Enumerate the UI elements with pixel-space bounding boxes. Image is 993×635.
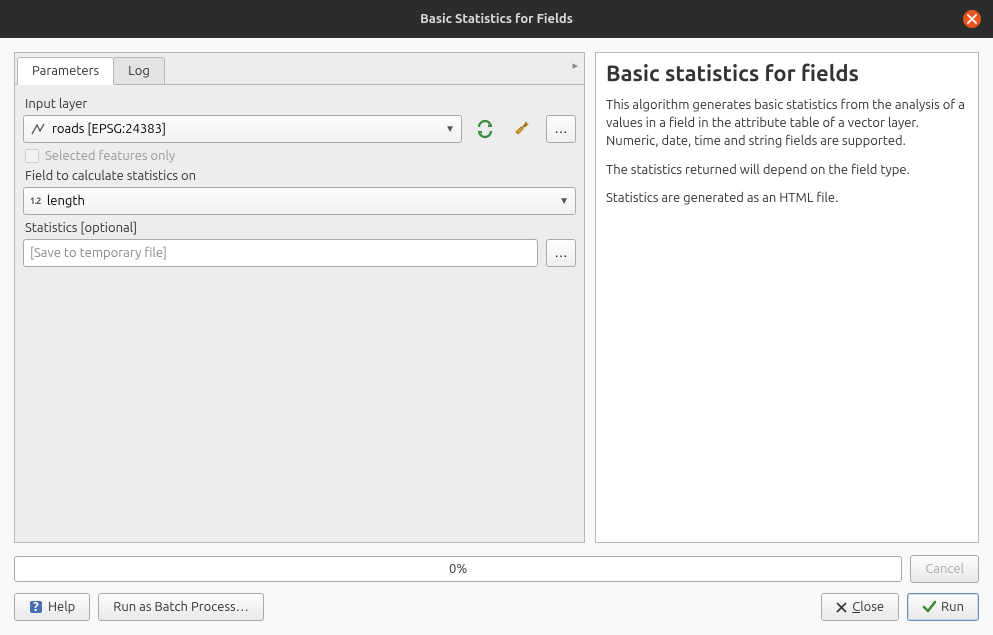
- dialog-body: ▸ Parameters Log Input layer roads [EPSG…: [0, 38, 993, 635]
- progress-text: 0%: [449, 562, 467, 576]
- help-panel: Basic statistics for fields This algorit…: [595, 52, 979, 543]
- statistics-browse-button[interactable]: …: [546, 239, 576, 267]
- help-paragraph: This algorithm generates basic statistic…: [606, 96, 968, 151]
- field-combo[interactable]: 1.2 length ▼: [23, 187, 576, 215]
- field-row: 1.2 length ▼: [23, 187, 576, 215]
- help-heading: Basic statistics for fields: [606, 61, 968, 86]
- main-row: ▸ Parameters Log Input layer roads [EPSG…: [14, 52, 979, 543]
- field-value: length: [47, 194, 85, 208]
- ellipsis-icon: …: [555, 122, 568, 136]
- tab-content: Input layer roads [EPSG:24383] ▼: [15, 85, 584, 542]
- progress-bar: 0%: [14, 556, 902, 582]
- advanced-options-button[interactable]: [508, 115, 538, 143]
- window-close-button[interactable]: [963, 10, 981, 28]
- iterate-icon: [475, 119, 495, 139]
- statistics-label: Statistics [optional]: [25, 221, 576, 235]
- svg-text:?: ?: [33, 600, 39, 614]
- progress-row: 0% Cancel: [14, 555, 979, 583]
- iterate-button[interactable]: [470, 115, 500, 143]
- input-layer-value: roads [EPSG:24383]: [52, 122, 166, 136]
- help-button-label: Help: [48, 600, 75, 614]
- close-x-icon: [836, 602, 847, 613]
- line-layer-icon: [30, 121, 46, 137]
- close-icon: [967, 14, 977, 24]
- help-paragraph: The statistics returned will depend on t…: [606, 161, 968, 179]
- bottom-right-buttons: Close Run: [821, 593, 979, 621]
- statistics-row: …: [23, 239, 576, 267]
- selected-features-label: Selected features only: [45, 149, 175, 163]
- tabs: Parameters Log: [15, 53, 584, 85]
- titlebar: Basic Statistics for Fields: [0, 0, 993, 38]
- selected-features-row: Selected features only: [25, 149, 576, 163]
- help-paragraph: Statistics are generated as an HTML file…: [606, 189, 968, 207]
- run-batch-button[interactable]: Run as Batch Process…: [98, 593, 263, 621]
- input-layer-combo[interactable]: roads [EPSG:24383] ▼: [23, 115, 462, 143]
- field-label: Field to calculate statistics on: [25, 169, 576, 183]
- help-button[interactable]: ? Help: [14, 593, 90, 621]
- input-layer-browse-button[interactable]: …: [546, 115, 576, 143]
- chevron-down-icon: ▼: [559, 195, 569, 207]
- run-ok-icon: [922, 600, 936, 614]
- wrench-icon: [513, 119, 533, 139]
- splitter-expand-icon[interactable]: ▸: [572, 59, 578, 72]
- input-layer-label: Input layer: [25, 97, 576, 111]
- run-button-label: Run: [941, 600, 964, 614]
- chevron-down-icon: ▼: [445, 123, 455, 135]
- run-button[interactable]: Run: [907, 593, 979, 621]
- selected-features-checkbox: [25, 149, 39, 163]
- input-layer-row: roads [EPSG:24383] ▼ …: [23, 115, 576, 143]
- bottom-left-buttons: ? Help Run as Batch Process…: [14, 593, 264, 621]
- tab-log[interactable]: Log: [113, 57, 165, 84]
- tab-parameters[interactable]: Parameters: [17, 57, 114, 85]
- bottom-button-row: ? Help Run as Batch Process… Close Run: [14, 593, 979, 621]
- close-button-label: Close: [852, 600, 884, 614]
- parameters-panel: ▸ Parameters Log Input layer roads [EPSG…: [14, 52, 585, 543]
- close-button[interactable]: Close: [821, 593, 899, 621]
- cancel-button: Cancel: [910, 555, 979, 583]
- ellipsis-icon: …: [555, 246, 568, 260]
- numeric-field-icon: 1.2: [30, 196, 41, 206]
- statistics-output-input[interactable]: [23, 239, 538, 267]
- window-title: Basic Statistics for Fields: [420, 12, 573, 26]
- help-icon: ?: [29, 600, 43, 614]
